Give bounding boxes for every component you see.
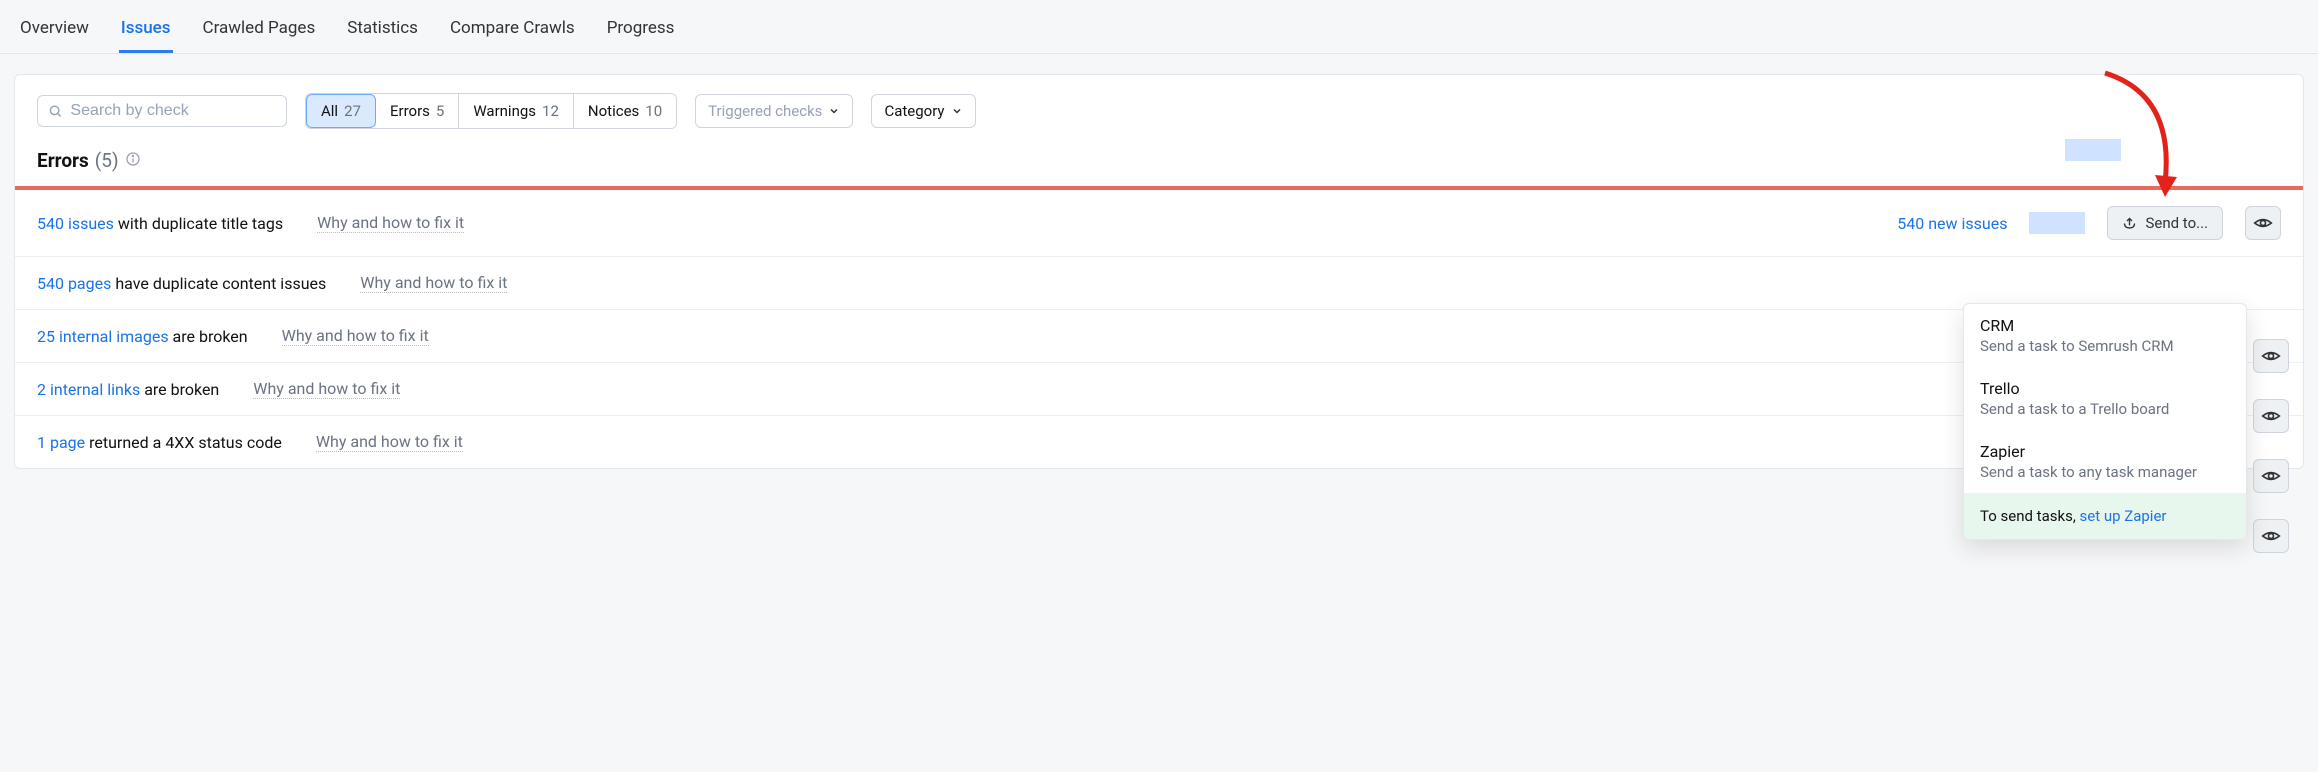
option-title: Trello: [1980, 379, 2230, 398]
filter-label: All: [321, 102, 338, 120]
eye-icon: [2261, 526, 2281, 546]
info-icon[interactable]: [125, 151, 141, 171]
sendto-footer: To send tasks, set up Zapier: [1964, 493, 2246, 539]
new-issues-link[interactable]: 540 new issues: [1897, 214, 2007, 233]
eye-icon: [2261, 466, 2281, 486]
filter-errors[interactable]: Errors 5: [376, 94, 459, 128]
eye-column: [2253, 339, 2289, 553]
category-dropdown[interactable]: Category: [871, 94, 975, 128]
issue-row: 25 internal images are broken Why and how…: [15, 310, 2303, 363]
hide-button[interactable]: [2253, 399, 2289, 433]
nav-tabs: Overview Issues Crawled Pages Statistics Com…: [0, 0, 2318, 54]
highlight-block: [2029, 212, 2085, 234]
issue-link[interactable]: 1 page: [37, 433, 85, 452]
tab-issues[interactable]: Issues: [119, 12, 173, 53]
tab-compare-crawls[interactable]: Compare Crawls: [448, 12, 577, 53]
filter-all[interactable]: All 27: [306, 94, 376, 128]
filter-segment: All 27 Errors 5 Warnings 12 Notices 10: [305, 93, 677, 129]
highlight-block: [2065, 139, 2121, 161]
share-icon: [2122, 216, 2137, 231]
option-title: Zapier: [1980, 442, 2230, 461]
hide-button[interactable]: [2253, 459, 2289, 493]
issue-description: 25 internal images are broken: [37, 327, 248, 346]
issue-link[interactable]: 540 pages: [37, 274, 111, 293]
issue-row: 1 page returned a 4XX status code Why and…: [15, 416, 2303, 468]
option-subtitle: Send a task to Semrush CRM: [1980, 337, 2230, 355]
tab-statistics[interactable]: Statistics: [345, 12, 420, 53]
filter-count: 10: [645, 102, 662, 120]
fix-link[interactable]: Why and how to fix it: [317, 213, 464, 233]
triggered-checks-dropdown[interactable]: Triggered checks: [695, 94, 853, 128]
footer-text: To send tasks,: [1980, 507, 2080, 525]
sendto-dropdown: CRM Send a task to Semrush CRM Trello Send …: [1963, 303, 2247, 540]
option-title: CRM: [1980, 316, 2230, 335]
issue-text: are broken: [140, 380, 219, 399]
filter-label: Warnings: [473, 102, 536, 120]
issue-description: 540 pages have duplicate content issues: [37, 274, 326, 293]
issue-description: 540 issues with duplicate title tags: [37, 214, 283, 233]
filter-warnings[interactable]: Warnings 12: [459, 94, 574, 128]
issue-text: with duplicate title tags: [114, 214, 283, 233]
eye-icon: [2261, 346, 2281, 366]
issue-text: returned a 4XX status code: [85, 433, 282, 452]
eye-icon: [2261, 406, 2281, 426]
option-subtitle: Send a task to a Trello board: [1980, 400, 2230, 418]
fix-link[interactable]: Why and how to fix it: [253, 379, 400, 399]
filter-notices[interactable]: Notices 10: [574, 94, 676, 128]
tab-crawled-pages[interactable]: Crawled Pages: [201, 12, 318, 53]
fix-link[interactable]: Why and how to fix it: [282, 326, 429, 346]
sendto-label: Send to...: [2145, 214, 2208, 232]
sendto-option-zapier[interactable]: Zapier Send a task to any task manager: [1964, 430, 2246, 493]
search-icon: [48, 103, 62, 119]
hide-button[interactable]: [2253, 519, 2289, 553]
issue-link[interactable]: 2 internal links: [37, 380, 140, 399]
section-header: Errors (5): [15, 141, 2303, 186]
issue-text: have duplicate content issues: [111, 274, 326, 293]
section-count: (5): [95, 149, 119, 172]
chevron-down-icon: [828, 105, 840, 117]
sendto-option-crm[interactable]: CRM Send a task to Semrush CRM: [1964, 304, 2246, 367]
search-input-wrapper[interactable]: [37, 95, 287, 127]
tab-progress[interactable]: Progress: [605, 12, 677, 53]
issue-row: 540 issues with duplicate title tags Why …: [15, 190, 2303, 257]
fix-link[interactable]: Why and how to fix it: [316, 432, 463, 452]
issue-link[interactable]: 25 internal images: [37, 327, 169, 346]
category-label: Category: [884, 102, 944, 120]
eye-icon: [2253, 213, 2273, 233]
issues-list: 540 issues with duplicate title tags Why …: [15, 190, 2303, 468]
hide-button[interactable]: [2245, 206, 2281, 240]
sendto-option-trello[interactable]: Trello Send a task to a Trello board: [1964, 367, 2246, 430]
issue-description: 1 page returned a 4XX status code: [37, 433, 282, 452]
issue-row: 2 internal links are broken Why and how t…: [15, 363, 2303, 416]
filter-label: Errors: [390, 102, 430, 120]
hide-button[interactable]: [2253, 339, 2289, 373]
toolbar: All 27 Errors 5 Warnings 12 Notices 10 Triggere…: [15, 75, 2303, 141]
issues-panel: All 27 Errors 5 Warnings 12 Notices 10 Triggere…: [14, 74, 2304, 469]
filter-count: 5: [436, 102, 444, 120]
triggered-label: Triggered checks: [708, 102, 822, 120]
issue-row: 540 pages have duplicate content issues W…: [15, 257, 2303, 310]
fix-link[interactable]: Why and how to fix it: [360, 273, 507, 293]
issue-description: 2 internal links are broken: [37, 380, 219, 399]
search-input[interactable]: [70, 102, 276, 120]
filter-count: 27: [344, 102, 361, 120]
issue-text: are broken: [169, 327, 248, 346]
filter-label: Notices: [588, 102, 639, 120]
issue-link[interactable]: 540 issues: [37, 214, 114, 233]
chevron-down-icon: [951, 105, 963, 117]
section-title-text: Errors: [37, 149, 89, 172]
setup-zapier-link[interactable]: set up Zapier: [2080, 507, 2167, 525]
option-subtitle: Send a task to any task manager: [1980, 463, 2230, 481]
filter-count: 12: [542, 102, 559, 120]
sendto-button[interactable]: Send to...: [2107, 206, 2223, 240]
tab-overview[interactable]: Overview: [18, 12, 91, 53]
